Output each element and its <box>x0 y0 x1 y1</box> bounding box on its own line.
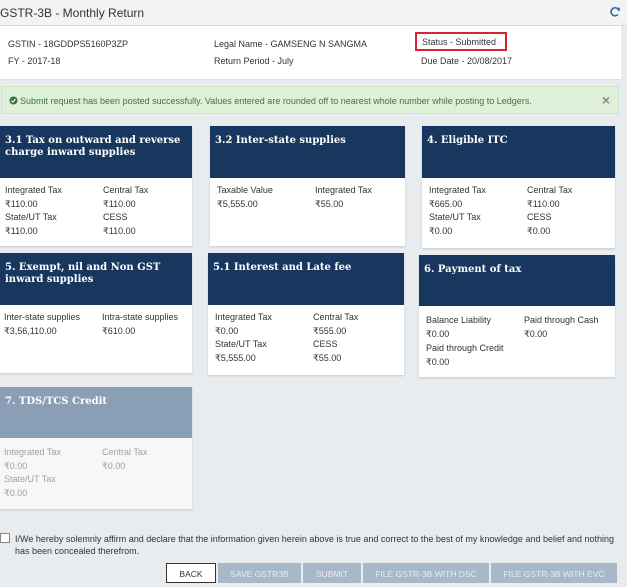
card-title: 7. TDS/TCS Credit <box>0 387 192 438</box>
paid-cash-label: Paid through Cash <box>524 315 599 325</box>
integrated-tax-value: ₹110.00 <box>5 199 38 209</box>
integrated-tax-label: Integrated Tax <box>215 312 272 322</box>
return-info-bar: GSTIN - 18GDDPS5160P3ZP Legal Name - GAM… <box>0 26 621 80</box>
central-tax-label: Central Tax <box>102 447 148 457</box>
inter-state-value: ₹3,56,110.00 <box>4 326 57 336</box>
state-tax-label: State/UT Tax <box>4 474 56 484</box>
save-gstr3b-button[interactable]: SAVE GSTR3B <box>218 563 301 583</box>
central-tax-value: ₹110.00 <box>527 199 560 209</box>
refresh-icon[interactable] <box>609 6 621 18</box>
central-tax-value: ₹0.00 <box>102 461 126 471</box>
card-title: 5. Exempt, nil and Non GST inward suppli… <box>0 253 192 305</box>
integrated-tax-label: Integrated Tax <box>4 447 61 457</box>
card-5-exempt-nil-supplies[interactable]: 5. Exempt, nil and Non GST inward suppli… <box>0 253 192 373</box>
card-title: 6. Payment of tax <box>419 255 615 306</box>
central-tax-label: Central Tax <box>527 185 573 195</box>
card-3-1-outward-supplies[interactable]: 3.1 Tax on outward and reverse charge in… <box>0 126 192 246</box>
card-title: 3.2 Inter-state supplies <box>210 126 405 178</box>
status-badge: Status - Submitted <box>415 32 507 51</box>
integrated-tax-value: ₹665.00 <box>429 199 463 209</box>
page-title: GSTR-3B - Monthly Return <box>0 6 145 20</box>
close-icon[interactable]: × <box>602 93 610 107</box>
card-3-2-inter-state-supplies[interactable]: 3.2 Inter-state supplies Taxable Value I… <box>210 126 405 246</box>
cess-label: CESS <box>313 339 338 349</box>
card-title: 5.1 Interest and Late fee <box>208 253 404 305</box>
file-with-dsc-button[interactable]: FILE GSTR-3B WITH DSC <box>363 563 489 583</box>
cess-label: CESS <box>103 212 128 222</box>
intra-state-label: Intra-state supplies <box>102 312 179 322</box>
integrated-tax-label: Integrated Tax <box>315 185 372 195</box>
inter-state-label: Inter-state supplies <box>4 312 81 322</box>
cess-label: CESS <box>527 212 552 222</box>
paid-cash-value: ₹0.00 <box>524 329 548 339</box>
card-4-eligible-itc[interactable]: 4. Eligible ITC Integrated Tax Central T… <box>422 126 615 248</box>
alert-message: Submit request has been posted successfu… <box>20 96 532 106</box>
central-tax-label: Central Tax <box>313 312 359 322</box>
cess-value: ₹0.00 <box>527 226 551 236</box>
state-tax-value: ₹0.00 <box>429 226 453 236</box>
central-tax-label: Central Tax <box>103 185 149 195</box>
central-tax-value: ₹110.00 <box>103 199 136 209</box>
taxable-value-value: ₹5,555.00 <box>217 199 258 209</box>
state-tax-value: ₹110.00 <box>5 226 38 236</box>
declaration-checkbox[interactable] <box>0 533 10 543</box>
integrated-tax-value: ₹0.00 <box>4 461 28 471</box>
balance-liability-label: Balance Liability <box>426 315 492 325</box>
central-tax-value: ₹555.00 <box>313 326 347 336</box>
card-6-payment-of-tax[interactable]: 6. Payment of tax Balance Liability Paid… <box>419 255 615 377</box>
state-tax-value: ₹0.00 <box>4 488 28 498</box>
state-tax-label: State/UT Tax <box>215 339 267 349</box>
return-period-text: Return Period - July <box>214 56 294 66</box>
back-button[interactable]: BACK <box>166 563 216 583</box>
card-title: 3.1 Tax on outward and reverse charge in… <box>0 126 192 178</box>
balance-liability-value: ₹0.00 <box>426 329 450 339</box>
submit-button[interactable]: SUBMIT <box>303 563 361 583</box>
taxable-value-label: Taxable Value <box>217 185 273 195</box>
integrated-tax-label: Integrated Tax <box>429 185 486 195</box>
intra-state-value: ₹610.00 <box>102 326 136 336</box>
gstin-text: GSTIN - 18GDDPS5160P3ZP <box>8 39 129 49</box>
state-tax-label: State/UT Tax <box>429 212 481 222</box>
fy-text: FY - 2017-18 <box>8 56 61 66</box>
integrated-tax-value: ₹55.00 <box>315 199 344 209</box>
file-with-evc-button[interactable]: FILE GSTR-3B WITH EVC <box>491 563 617 583</box>
card-title: 4. Eligible ITC <box>422 126 615 178</box>
card-7-tds-tcs-credit: 7. TDS/TCS Credit Integrated Tax Central… <box>0 387 192 509</box>
title-bar: GSTR-3B - Monthly Return <box>0 0 627 26</box>
cess-value: ₹55.00 <box>313 353 342 363</box>
integrated-tax-label: Integrated Tax <box>5 185 62 195</box>
check-circle-icon <box>9 96 18 105</box>
paid-credit-label: Paid through Credit <box>426 343 504 353</box>
success-alert: Submit request has been posted successfu… <box>1 86 619 114</box>
state-tax-label: State/UT Tax <box>5 212 57 222</box>
paid-credit-value: ₹0.00 <box>426 357 450 367</box>
integrated-tax-value: ₹0.00 <box>215 326 239 336</box>
cess-value: ₹110.00 <box>103 226 136 236</box>
state-tax-value: ₹5,555.00 <box>215 353 256 363</box>
legal-name-text: Legal Name - GAMSENG N SANGMA <box>214 39 368 49</box>
card-5-1-interest-late-fee[interactable]: 5.1 Interest and Late fee Integrated Tax… <box>208 253 404 375</box>
declaration-text: I/We hereby solemnly affirm and declare … <box>15 534 615 556</box>
due-date-text: Due Date - 20/08/2017 <box>421 56 513 66</box>
